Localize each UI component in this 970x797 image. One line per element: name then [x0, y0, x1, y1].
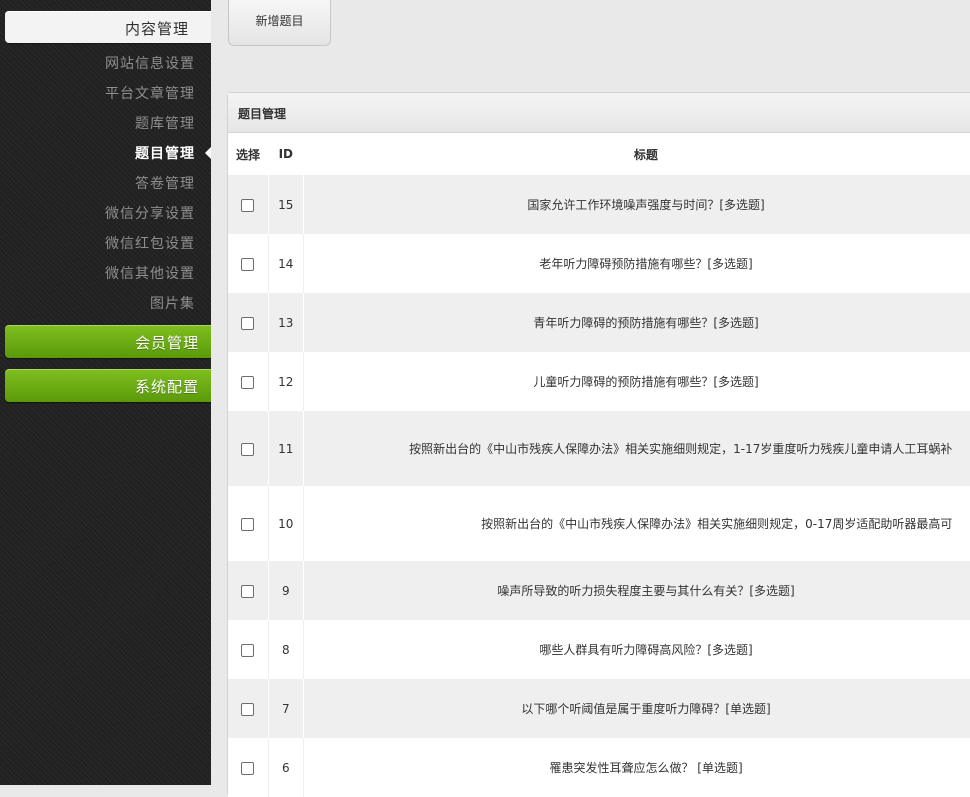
table-row: 8 哪些人群具有听力障碍高风险？[多选题] [228, 620, 970, 679]
row-title[interactable]: 罹患突发性耳聋应怎么做？ [单选题] [549, 759, 742, 776]
section-title: 内容管理 [124, 20, 189, 38]
row-title[interactable]: 青年听力障碍的预防措施有哪些？[多选题] [533, 314, 758, 331]
sidebar-item-wechat-redpacket[interactable]: 微信红包设置 [105, 233, 195, 255]
row-title[interactable]: 按照新出台的《中山市残疾人保障办法》相关实施细则规定，1-17岁重度听力残疾儿童… [409, 440, 952, 457]
main-content: 新增题目 题目管理 选择 ID 标题 15 国家允许工作环境噪声强度与时间？[多… [211, 0, 970, 797]
row-checkbox[interactable] [241, 702, 255, 716]
row-checkbox[interactable] [241, 442, 255, 456]
add-question-button[interactable]: 新增题目 [228, 0, 331, 46]
table-row: 7 以下哪个听阈值是属于重度听力障碍？[单选题] [228, 679, 970, 738]
table-row: 15 国家允许工作环境噪声强度与时间？[多选题] [228, 175, 970, 234]
row-title[interactable]: 噪声所导致的听力损失程度主要与其什么有关？[多选题] [497, 582, 794, 599]
member-management-button[interactable]: 会员管理 [5, 325, 211, 358]
sidebar-item-wechat-other[interactable]: 微信其他设置 [105, 263, 195, 285]
row-title[interactable]: 国家允许工作环境噪声强度与时间？[多选题] [527, 196, 764, 213]
sidebar-item-gallery[interactable]: 图片集 [150, 293, 195, 315]
row-checkbox[interactable] [241, 316, 255, 330]
row-id: 15 [267, 175, 305, 234]
col-header-id: ID [278, 147, 294, 161]
row-checkbox[interactable] [241, 198, 255, 212]
row-id: 7 [267, 679, 305, 738]
row-checkbox[interactable] [241, 375, 255, 389]
row-title[interactable]: 以下哪个听阈值是属于重度听力障碍？[单选题] [521, 700, 770, 717]
row-title[interactable]: 老年听力障碍预防措施有哪些？[多选题] [539, 255, 752, 272]
table-row: 10 按照新出台的《中山市残疾人保障办法》相关实施细则规定，0-17周岁适配助听… [228, 486, 970, 561]
row-title[interactable]: 哪些人群具有听力障碍高风险？[多选题] [539, 641, 752, 658]
sidebar-item-answer-sheets[interactable]: 答卷管理 [135, 173, 195, 195]
row-checkbox[interactable] [241, 643, 255, 657]
system-config-button[interactable]: 系统配置 [5, 369, 211, 402]
row-id: 11 [267, 411, 305, 486]
table-row: 11 按照新出台的《中山市残疾人保障办法》相关实施细则规定，1-17岁重度听力残… [228, 411, 970, 486]
table-row: 9 噪声所导致的听力损失程度主要与其什么有关？[多选题] [228, 561, 970, 620]
sidebar-item-site-info[interactable]: 网站信息设置 [105, 53, 195, 75]
row-id: 8 [267, 620, 305, 679]
row-checkbox[interactable] [241, 761, 255, 775]
row-id: 13 [267, 293, 305, 352]
member-management-label: 会员管理 [134, 334, 199, 352]
sidebar-item-question-bank[interactable]: 题库管理 [135, 113, 195, 135]
row-title[interactable]: 按照新出台的《中山市残疾人保障办法》相关实施细则规定，0-17周岁适配助听器最高… [481, 515, 952, 532]
col-header-select: 选择 [235, 147, 260, 162]
row-checkbox[interactable] [241, 584, 255, 598]
sidebar-item-articles[interactable]: 平台文章管理 [105, 83, 195, 105]
col-header-title: 标题 [633, 147, 658, 162]
section-content-management[interactable]: 内容管理 [5, 11, 211, 43]
table-row: 12 儿童听力障碍的预防措施有哪些？[多选题] [228, 352, 970, 411]
row-id: 14 [267, 234, 305, 293]
row-id: 10 [267, 486, 305, 561]
row-id: 9 [267, 561, 305, 620]
system-config-label: 系统配置 [134, 378, 199, 396]
table-row: 14 老年听力障碍预防措施有哪些？[多选题] [228, 234, 970, 293]
table-row: 6 罹患突发性耳聋应怎么做？ [单选题] [228, 738, 970, 797]
row-checkbox[interactable] [241, 257, 255, 271]
row-checkbox[interactable] [241, 517, 255, 531]
sidebar-item-wechat-share[interactable]: 微信分享设置 [105, 203, 195, 225]
panel-title: 题目管理 [228, 93, 970, 133]
sidebar-item-questions[interactable]: 题目管理 [135, 143, 195, 165]
question-table: 选择 ID 标题 15 国家允许工作环境噪声强度与时间？[多选题] 14 老年听… [228, 133, 970, 797]
row-title[interactable]: 儿童听力障碍的预防措施有哪些？[多选题] [533, 373, 758, 390]
table-row: 13 青年听力障碍的预防措施有哪些？[多选题] [228, 293, 970, 352]
row-id: 12 [267, 352, 305, 411]
sidebar: 内容管理 网站信息设置 平台文章管理 题库管理 题目管理 答卷管理 微信分享设置… [0, 0, 211, 785]
row-id: 6 [267, 738, 305, 797]
